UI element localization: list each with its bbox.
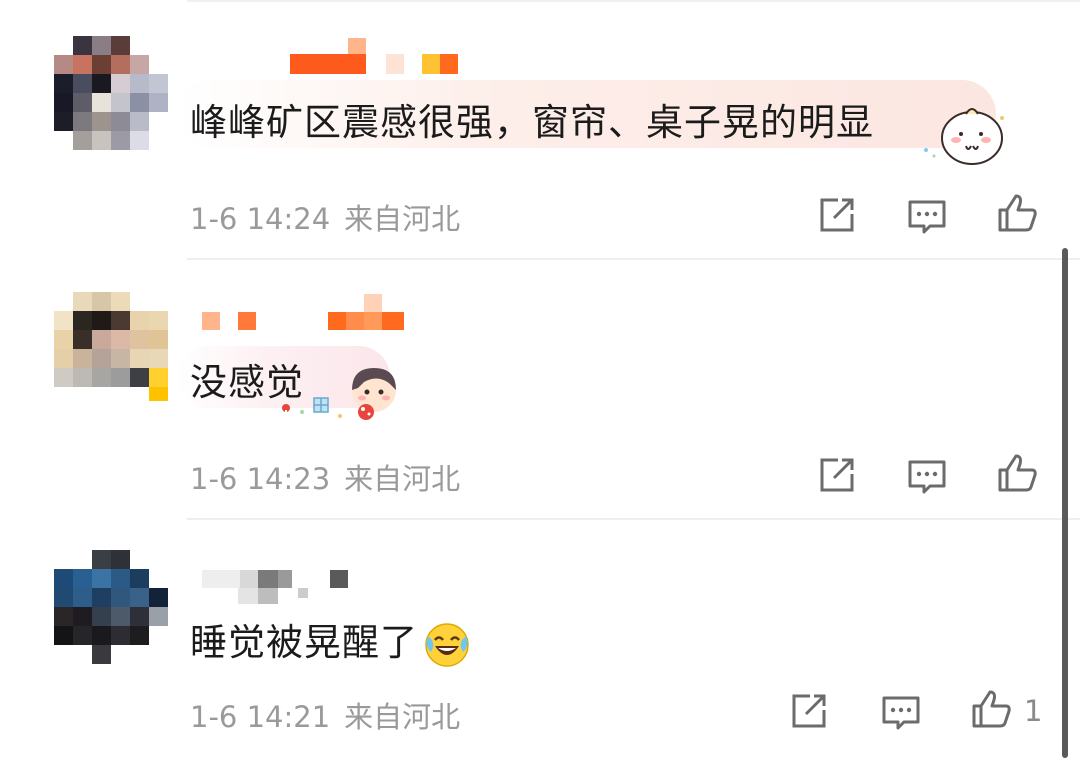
username[interactable] xyxy=(190,294,420,348)
thumbs-up-icon[interactable] xyxy=(996,192,1038,234)
comment-time: 1-6 14:24 xyxy=(190,202,331,236)
comment-item: 睡觉被晃醒了 1-6 14:21 来自河北 1 xyxy=(0,520,1080,771)
bun-sticker xyxy=(924,108,1004,165)
like-count: 1 xyxy=(1024,694,1043,728)
comment-item: 峰峰矿区震感很强，窗帘、桌子晃的明显 1-6 14:24 来自河北 xyxy=(0,0,1080,260)
comment-meta: 1-6 14:21 来自河北 xyxy=(190,694,460,736)
comment-meta: 1-6 14:24 来自河北 xyxy=(190,196,460,238)
comment-meta: 1-6 14:23 来自河北 xyxy=(190,456,460,498)
laughing-crying-emoji xyxy=(425,622,469,667)
share-icon[interactable] xyxy=(816,194,858,236)
comment-location: 来自河北 xyxy=(344,700,461,734)
username[interactable] xyxy=(190,564,360,604)
comment-text: 峰峰矿区震感很强，窗帘、桌子晃的明显 xyxy=(190,101,874,144)
share-icon[interactable] xyxy=(816,454,858,496)
avatar[interactable] xyxy=(54,550,168,664)
comment-icon[interactable] xyxy=(906,196,948,238)
comment-text: 睡觉被晃醒了 xyxy=(190,621,418,664)
comment-time: 1-6 14:21 xyxy=(190,700,331,734)
comment-location: 来自河北 xyxy=(344,202,461,236)
thumbs-up-icon[interactable] xyxy=(970,688,1012,730)
comment-time: 1-6 14:23 xyxy=(190,462,331,496)
comment-location: 来自河北 xyxy=(344,462,461,496)
comment-item: 没感觉 1-6 14:23 来自河北 xyxy=(0,260,1080,520)
avatar[interactable] xyxy=(54,36,168,150)
comment-list: 峰峰矿区震感很强，窗帘、桌子晃的明显 1-6 14:24 来自河北 没感觉 1-… xyxy=(0,0,1080,771)
avatar[interactable] xyxy=(54,292,168,404)
thumbs-up-icon[interactable] xyxy=(996,452,1038,494)
username[interactable] xyxy=(190,34,470,74)
comment-icon[interactable] xyxy=(880,692,922,734)
share-icon[interactable] xyxy=(788,690,830,732)
boy-sticker xyxy=(282,368,396,420)
comment-text-row: 睡觉被晃醒了 xyxy=(190,612,470,668)
comment-icon[interactable] xyxy=(906,456,948,498)
scrollbar[interactable] xyxy=(1062,248,1068,758)
